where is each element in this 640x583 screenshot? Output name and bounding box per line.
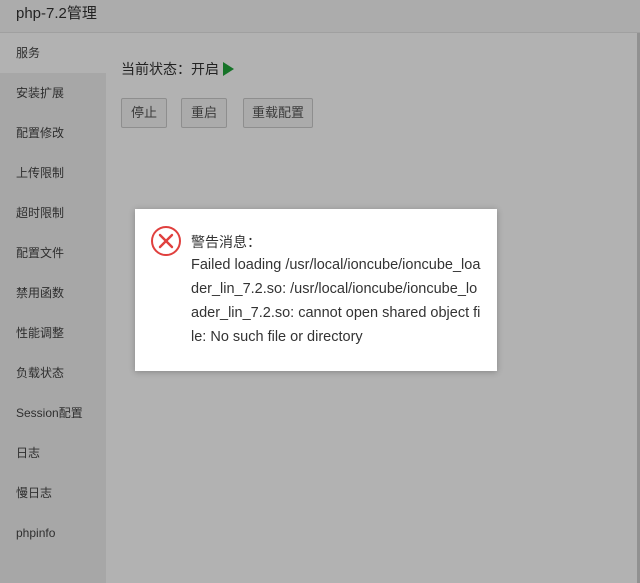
dialog-title: 警告消息： <box>191 234 261 250</box>
error-circle-x-icon <box>150 225 182 257</box>
warning-dialog: 警告消息： Failed loading /usr/local/ioncube/… <box>135 209 497 371</box>
dialog-message: Failed loading /usr/local/ioncube/ioncub… <box>191 257 481 345</box>
